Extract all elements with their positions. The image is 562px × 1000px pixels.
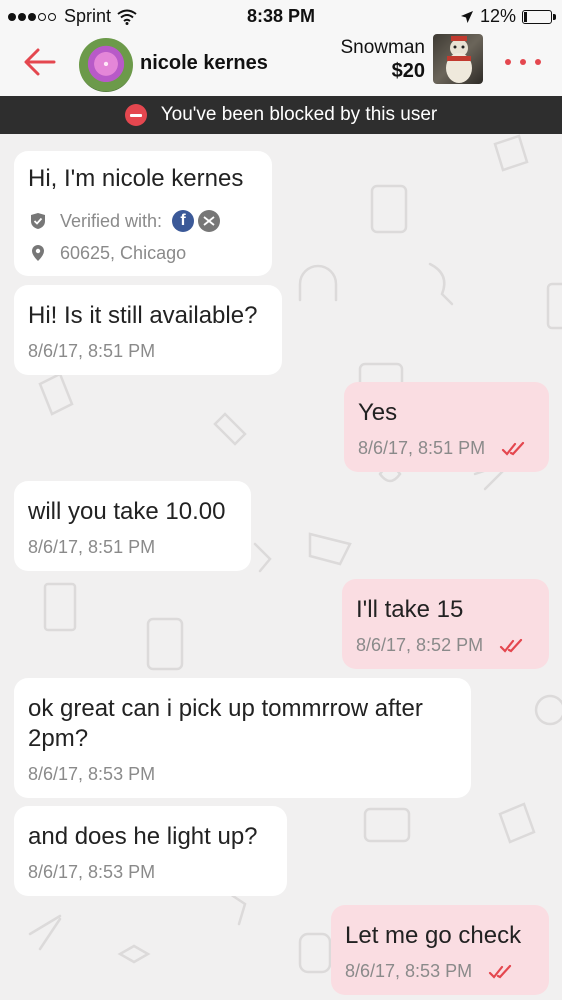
battery-level-fill xyxy=(524,11,528,22)
shield-check-icon xyxy=(28,212,48,230)
message-time: 8/6/17, 8:52 PM xyxy=(356,635,484,655)
blocked-banner: You've been blocked by this user xyxy=(0,96,562,134)
facebook-icon: f xyxy=(172,210,195,232)
battery-icon xyxy=(522,9,556,24)
location-pin-icon xyxy=(28,244,48,262)
blocked-text: You've been blocked by this user xyxy=(160,104,438,125)
location-row: 60625, Chicago xyxy=(28,237,258,269)
message-text: ok great can i pick up tommrrow after 2p… xyxy=(28,695,423,752)
message-timestamp: 8/6/17, 8:51 PM xyxy=(358,438,535,459)
message-time: 8/6/17, 8:53 PM xyxy=(28,764,156,784)
blocked-icon xyxy=(124,104,147,126)
message-timestamp: 8/6/17, 8:51 PM xyxy=(28,537,237,558)
message-text: will you take 10.00 xyxy=(28,498,226,525)
read-receipt-icon xyxy=(499,638,523,653)
message-text: and does he light up? xyxy=(28,823,258,850)
message-bubble[interactable]: and does he light up? 8/6/17, 8:53 PM xyxy=(14,806,287,896)
read-receipt-icon xyxy=(488,964,512,979)
message-timestamp: 8/6/17, 8:53 PM xyxy=(345,961,535,982)
battery-percent: 12% xyxy=(479,6,516,26)
message-text: Yes xyxy=(358,399,398,426)
message-text: Hi! Is it still available? xyxy=(28,302,258,329)
message-timestamp: 8/6/17, 8:51 PM xyxy=(28,341,268,362)
verified-label: Verified with: xyxy=(60,210,163,231)
message-time: 8/6/17, 8:53 PM xyxy=(345,961,473,981)
back-arrow-icon[interactable] xyxy=(20,42,60,82)
message-time: 8/6/17, 8:51 PM xyxy=(28,537,156,557)
user-name[interactable]: nicole kernes xyxy=(140,52,268,75)
more-options-icon[interactable] xyxy=(505,47,541,77)
message-time: 8/6/17, 8:51 PM xyxy=(358,438,486,458)
listing-title[interactable]: Snowman xyxy=(341,37,426,59)
user-avatar[interactable] xyxy=(79,38,133,92)
message-text: Let me go check xyxy=(345,922,522,949)
message-timestamp: 8/6/17, 8:52 PM xyxy=(356,635,535,656)
verified-row: Verified with: f xyxy=(28,205,258,237)
battery-status: 12% xyxy=(460,6,556,27)
intro-greeting: Hi, I'm nicole kernes xyxy=(28,165,244,192)
message-bubble[interactable]: Let me go check 8/6/17, 8:53 PM xyxy=(331,905,549,995)
location-arrow-icon xyxy=(460,10,473,23)
listing-price[interactable]: $20 xyxy=(392,60,425,83)
message-bubble[interactable]: Hi! Is it still available? 8/6/17, 8:51 … xyxy=(14,285,282,375)
status-bar: Sprint 8:38 PM 12% xyxy=(0,0,562,32)
message-timestamp: 8/6/17, 8:53 PM xyxy=(28,764,457,785)
seller-intro-card: Hi, I'm nicole kernes Verified with: f 6… xyxy=(14,151,272,276)
location-text: 60625, Chicago xyxy=(60,242,187,263)
chat-header: nicole kernes Snowman $20 xyxy=(0,32,562,96)
message-text: I'll take 15 xyxy=(356,596,464,623)
message-time: 8/6/17, 8:51 PM xyxy=(28,341,156,361)
message-bubble[interactable]: will you take 10.00 8/6/17, 8:51 PM xyxy=(14,481,251,571)
email-icon xyxy=(198,210,221,232)
listing-thumbnail[interactable] xyxy=(433,34,483,84)
message-timestamp: 8/6/17, 8:53 PM xyxy=(28,862,273,883)
message-bubble[interactable]: I'll take 15 8/6/17, 8:52 PM xyxy=(342,579,549,669)
read-receipt-icon xyxy=(501,441,525,456)
message-bubble[interactable]: Yes 8/6/17, 8:51 PM xyxy=(344,382,549,472)
message-bubble[interactable]: ok great can i pick up tommrrow after 2p… xyxy=(14,678,471,798)
message-time: 8/6/17, 8:53 PM xyxy=(28,862,156,882)
